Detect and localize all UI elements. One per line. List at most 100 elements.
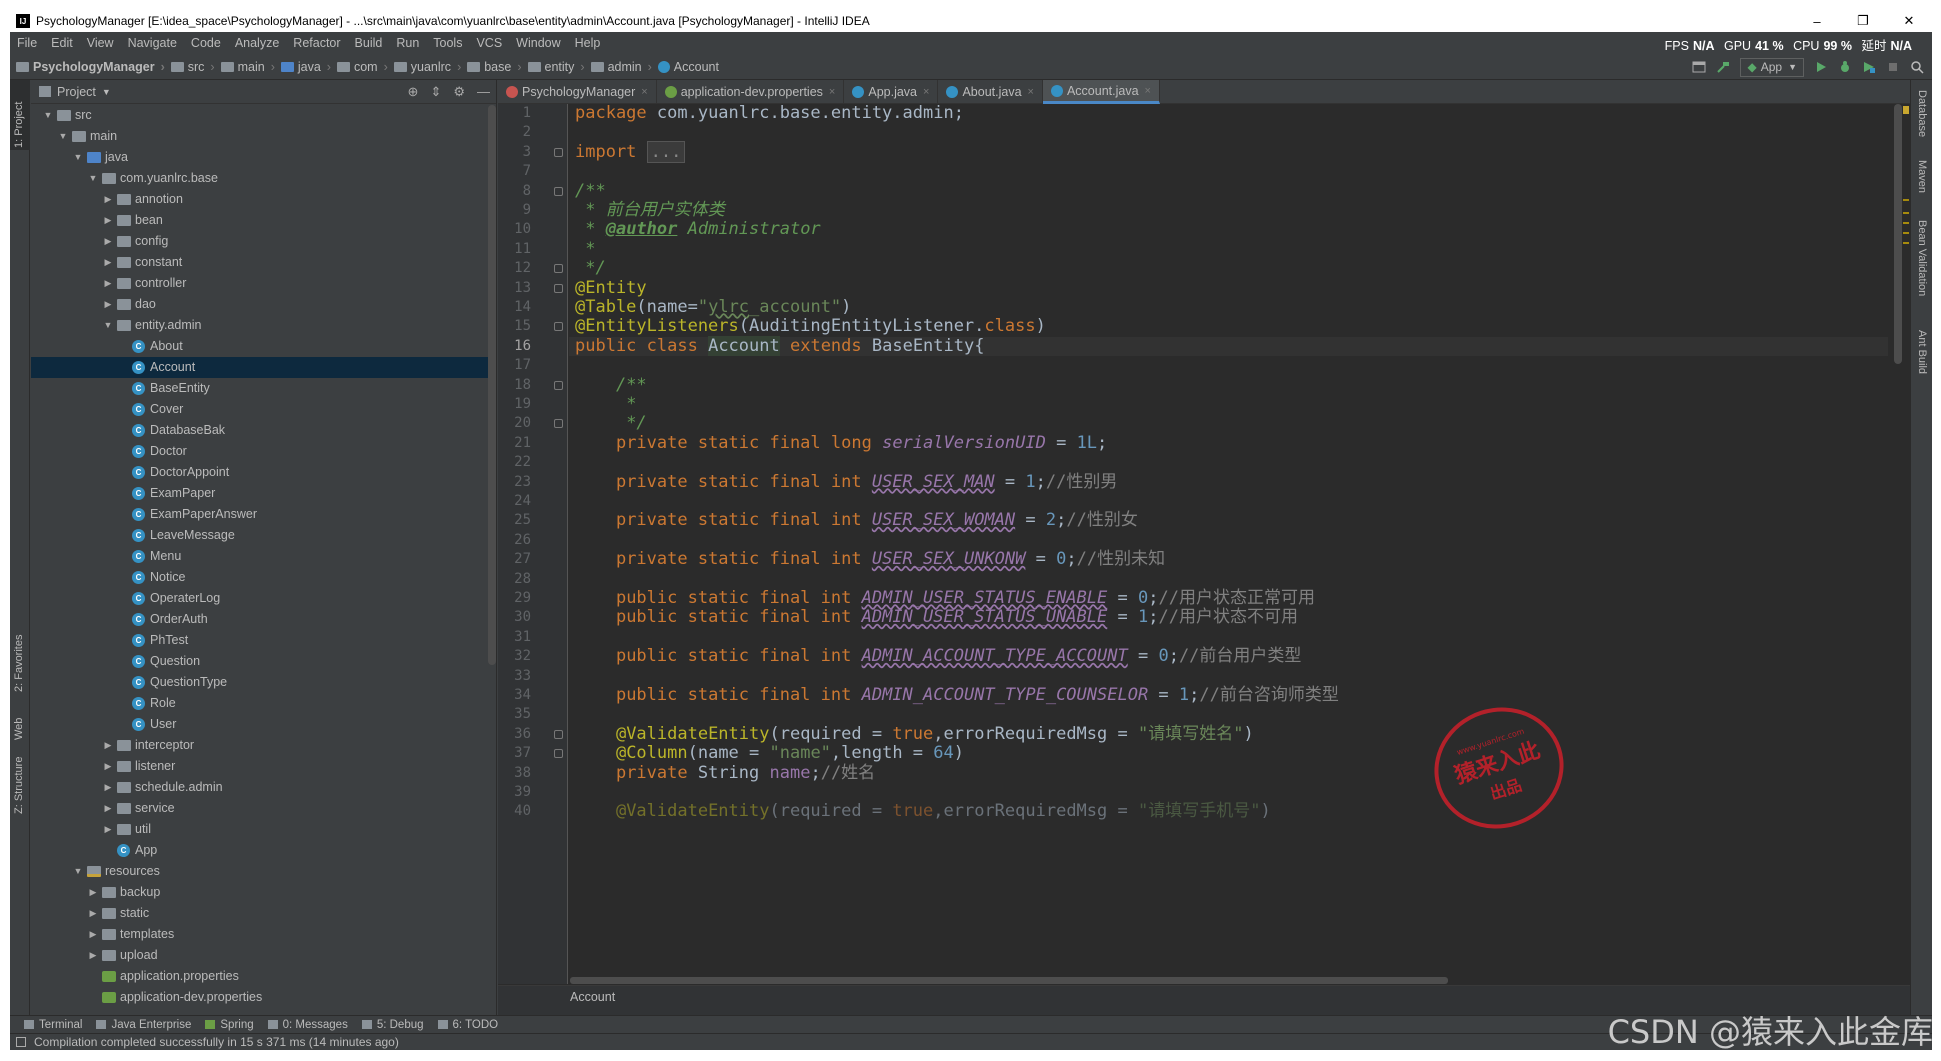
- tree-item-application-dev-properties[interactable]: application-dev.properties: [31, 987, 488, 1008]
- close-button[interactable]: ✕: [1886, 10, 1932, 32]
- tree-item-listener[interactable]: ▶ listener: [31, 756, 488, 777]
- tree-item-com-yuanlrc-base[interactable]: ▼ com.yuanlrc.base: [31, 168, 488, 189]
- breadcrumb-src[interactable]: src ›: [170, 60, 215, 74]
- tree-item-service[interactable]: ▶ service: [31, 798, 488, 819]
- fold-marker-icon[interactable]: [554, 749, 563, 759]
- collapsed-arrow-icon[interactable]: ▶: [103, 798, 113, 819]
- tree-item-about[interactable]: C About: [31, 336, 488, 357]
- fold-marker-icon[interactable]: [554, 186, 563, 196]
- tree-item-java[interactable]: ▼ java: [31, 147, 488, 168]
- stop-icon[interactable]: [1886, 60, 1900, 74]
- tree-item-dao[interactable]: ▶ dao: [31, 294, 488, 315]
- warning-mark[interactable]: [1903, 199, 1909, 201]
- tree-item-leavemessage[interactable]: C LeaveMessage: [31, 525, 488, 546]
- tree-item-annotion[interactable]: ▶ annotion: [31, 189, 488, 210]
- collapsed-arrow-icon[interactable]: ▶: [88, 924, 98, 945]
- chevron-down-icon[interactable]: ▼: [102, 87, 111, 97]
- tree-item-templates[interactable]: ▶ templates: [31, 924, 488, 945]
- minimize-button[interactable]: –: [1794, 10, 1840, 32]
- favorites-tool-tab[interactable]: 2: Favorites: [13, 635, 25, 692]
- expanded-arrow-icon[interactable]: ▼: [88, 168, 98, 189]
- run-configuration-select[interactable]: ◆ App ▼: [1740, 57, 1804, 77]
- gear-icon[interactable]: ⚙: [453, 84, 465, 100]
- layout-icon[interactable]: [1692, 60, 1706, 74]
- menu-run[interactable]: Run: [389, 36, 426, 50]
- fold-marker-icon[interactable]: [554, 419, 563, 429]
- breadcrumb-account[interactable]: Account: [657, 60, 719, 74]
- tree-item-phtest[interactable]: C PhTest: [31, 630, 488, 651]
- menu-vcs[interactable]: VCS: [469, 36, 509, 50]
- tree-item-exampaper[interactable]: C ExamPaper: [31, 483, 488, 504]
- fold-marker-icon[interactable]: [554, 283, 563, 293]
- menu-build[interactable]: Build: [348, 36, 390, 50]
- collapsed-arrow-icon[interactable]: ▶: [103, 819, 113, 840]
- bean-validation-tool-tab[interactable]: Bean Validation: [1916, 220, 1928, 296]
- menu-analyze[interactable]: Analyze: [228, 36, 286, 50]
- tree-item-main[interactable]: ▼ main: [31, 126, 488, 147]
- fold-marker-icon[interactable]: [554, 380, 563, 390]
- collapsed-arrow-icon[interactable]: ▶: [103, 210, 113, 231]
- collapsed-arrow-icon[interactable]: ▶: [103, 294, 113, 315]
- tree-item-util[interactable]: ▶ util: [31, 819, 488, 840]
- project-panel-title[interactable]: Project: [57, 85, 96, 99]
- menu-refactor[interactable]: Refactor: [286, 36, 347, 50]
- menu-edit[interactable]: Edit: [44, 36, 80, 50]
- menu-navigate[interactable]: Navigate: [121, 36, 184, 50]
- code-editor[interactable]: package com.yuanlrc.base.entity.admin; i…: [569, 104, 1888, 984]
- breadcrumb-main[interactable]: main ›: [220, 60, 275, 74]
- fold-marker-icon[interactable]: [554, 322, 563, 332]
- tree-item-static[interactable]: ▶ static: [31, 903, 488, 924]
- close-tab-icon[interactable]: ×: [923, 86, 929, 98]
- warning-indicator-icon[interactable]: [1903, 106, 1909, 114]
- menu-code[interactable]: Code: [184, 36, 228, 50]
- tree-item-app[interactable]: C App: [31, 840, 488, 861]
- tree-item-controller[interactable]: ▶ controller: [31, 273, 488, 294]
- close-tab-icon[interactable]: ×: [1145, 85, 1151, 97]
- coverage-icon[interactable]: [1862, 60, 1876, 74]
- java-enterprise-tool-tab[interactable]: Java Enterprise: [96, 1019, 191, 1031]
- warning-mark[interactable]: [1903, 222, 1909, 224]
- tree-item-backup[interactable]: ▶ backup: [31, 882, 488, 903]
- breadcrumb-java[interactable]: java ›: [280, 60, 331, 74]
- menu-help[interactable]: Help: [568, 36, 608, 50]
- tab-about-java[interactable]: About.java ×: [938, 80, 1043, 104]
- tree-item-orderauth[interactable]: C OrderAuth: [31, 609, 488, 630]
- tree-item-question[interactable]: C Question: [31, 651, 488, 672]
- tab-application-dev-properties[interactable]: application-dev.properties ×: [657, 80, 845, 104]
- breadcrumb-com[interactable]: com ›: [336, 60, 388, 74]
- database-tool-tab[interactable]: Database: [1916, 90, 1928, 137]
- tree-item-user[interactable]: C User: [31, 714, 488, 735]
- fold-marker-icon[interactable]: [554, 729, 563, 739]
- expanded-arrow-icon[interactable]: ▼: [103, 315, 113, 336]
- web-tool-tab[interactable]: Web: [13, 718, 25, 740]
- locate-icon[interactable]: ⊕: [408, 84, 419, 100]
- tree-item-account[interactable]: C Account: [31, 357, 488, 378]
- collapsed-arrow-icon[interactable]: ▶: [88, 882, 98, 903]
- tree-scrollbar[interactable]: [488, 105, 496, 665]
- menu-tools[interactable]: Tools: [426, 36, 469, 50]
- fold-marker-icon[interactable]: [554, 264, 563, 274]
- maven-tool-tab[interactable]: Maven: [1916, 160, 1928, 193]
- expanded-arrow-icon[interactable]: ▼: [73, 147, 83, 168]
- search-icon[interactable]: [1910, 60, 1924, 74]
- tree-item-bean[interactable]: ▶ bean: [31, 210, 488, 231]
- todo-tool-tab[interactable]: 6: TODO: [437, 1019, 498, 1031]
- status-toggle-icon[interactable]: [16, 1037, 26, 1047]
- project-tool-tab[interactable]: 1: Project: [13, 102, 25, 148]
- editor-horizontal-scrollbar[interactable]: [570, 977, 1448, 984]
- hide-icon[interactable]: —: [477, 84, 490, 100]
- messages-tool-tab[interactable]: 0: Messages: [267, 1019, 348, 1031]
- terminal-tool-tab[interactable]: Terminal: [24, 1019, 82, 1031]
- collapsed-arrow-icon[interactable]: ▶: [88, 903, 98, 924]
- breadcrumb-entity[interactable]: entity ›: [527, 60, 585, 74]
- menu-view[interactable]: View: [80, 36, 121, 50]
- warning-mark[interactable]: [1903, 242, 1909, 244]
- collapsed-arrow-icon[interactable]: ▶: [103, 735, 113, 756]
- debug-icon[interactable]: [1838, 60, 1852, 74]
- tree-item-schedule-admin[interactable]: ▶ schedule.admin: [31, 777, 488, 798]
- spring-tool-tab[interactable]: Spring: [205, 1019, 254, 1031]
- tree-item-doctorappoint[interactable]: C DoctorAppoint: [31, 462, 488, 483]
- tree-item-questiontype[interactable]: C QuestionType: [31, 672, 488, 693]
- tree-item-databasebak[interactable]: C DatabaseBak: [31, 420, 488, 441]
- tab-psychologymanager[interactable]: PsychologyManager ×: [498, 80, 657, 104]
